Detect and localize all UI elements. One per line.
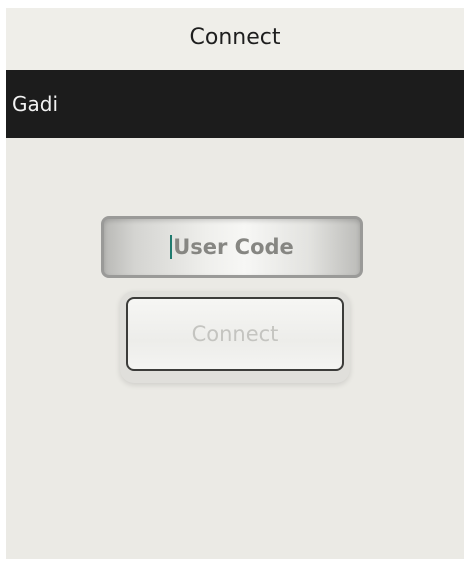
connect-button-label: Connect [191,322,279,346]
window-title-bar: Connect [6,8,464,70]
app-window: Connect Gadi [6,8,464,559]
text-cursor [170,235,173,259]
action-bar-title: Gadi [12,92,59,116]
user-code-placeholder: User Code [173,235,294,259]
connect-button-focus-ring: Connect [120,291,350,383]
window-title: Connect [189,24,281,50]
connect-button[interactable]: Connect [126,297,344,371]
action-bar: Gadi [6,70,464,138]
user-code-input[interactable]: User Code [101,216,363,278]
